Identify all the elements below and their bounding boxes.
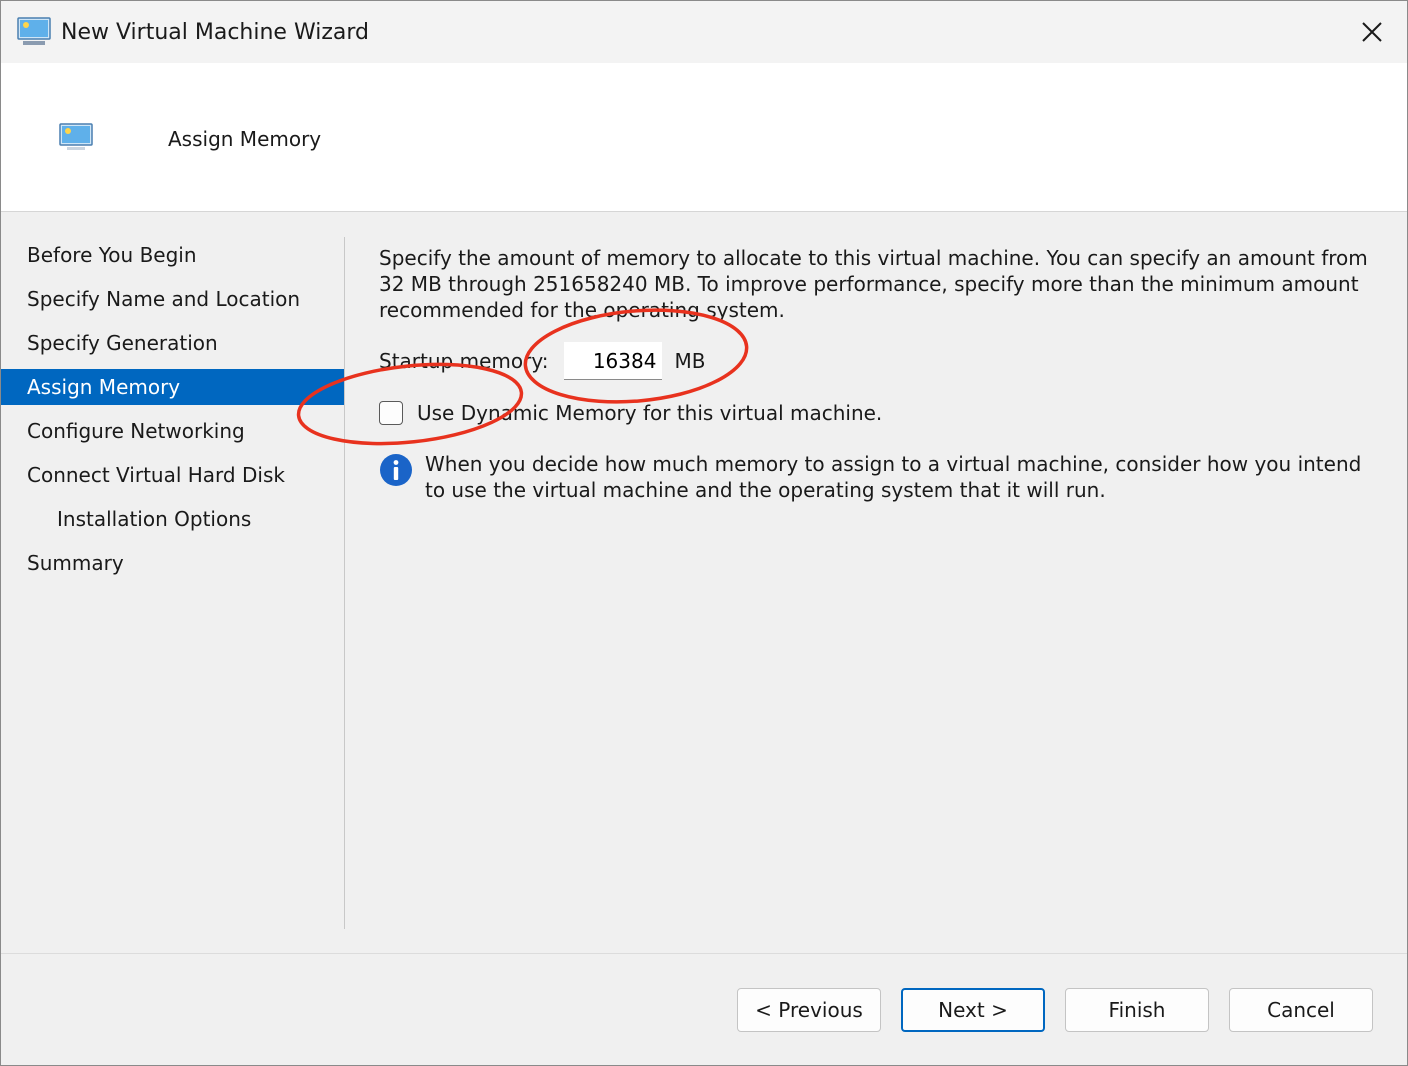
startup-memory-label: Startup memory: (379, 349, 549, 373)
page-title: Assign Memory (168, 127, 322, 151)
dynamic-memory-label[interactable]: Use Dynamic Memory for this virtual mach… (417, 401, 882, 425)
monitor-icon (59, 123, 93, 150)
info-note: When you decide how much memory to assig… (379, 451, 1369, 503)
info-text: When you decide how much memory to assig… (425, 452, 1362, 502)
previous-button[interactable]: < Previous (737, 988, 881, 1032)
next-button[interactable]: Next > (901, 988, 1045, 1032)
nav-item-before-you-begin[interactable]: Before You Begin (1, 237, 344, 273)
nav-item-specify-name-and-location[interactable]: Specify Name and Location (1, 281, 344, 317)
wizard-header: Assign Memory (1, 63, 1407, 212)
finish-button[interactable]: Finish (1065, 988, 1209, 1032)
nav-item-configure-networking[interactable]: Configure Networking (1, 413, 344, 449)
cancel-button[interactable]: Cancel (1229, 988, 1373, 1032)
title-bar: New Virtual Machine Wizard (1, 1, 1407, 63)
startup-memory-row: Startup memory: MB (379, 341, 705, 381)
close-button[interactable] (1337, 1, 1407, 63)
startup-memory-input[interactable] (564, 342, 663, 380)
nav-item-connect-virtual-hard-disk[interactable]: Connect Virtual Hard Disk (1, 457, 344, 493)
info-icon (380, 454, 412, 486)
monitor-icon (17, 17, 51, 45)
wizard-step-list: Before You Begin Specify Name and Locati… (1, 237, 344, 589)
dynamic-memory-checkbox[interactable] (379, 401, 403, 425)
nav-item-specify-generation[interactable]: Specify Generation (1, 325, 344, 361)
wizard-window: New Virtual Machine Wizard Assign Memory… (0, 0, 1408, 1066)
nav-item-assign-memory[interactable]: Assign Memory (1, 369, 344, 405)
button-bar: < Previous Next > Finish Cancel (1, 953, 1407, 1065)
nav-item-installation-options[interactable]: Installation Options (1, 501, 344, 537)
close-icon (1362, 22, 1382, 42)
dynamic-memory-row: Use Dynamic Memory for this virtual mach… (379, 397, 882, 429)
window-title: New Virtual Machine Wizard (61, 20, 369, 45)
nav-divider (344, 237, 345, 929)
memory-description: Specify the amount of memory to allocate… (379, 246, 1368, 322)
content-pane: Specify the amount of memory to allocate… (379, 245, 1369, 502)
nav-item-summary[interactable]: Summary (1, 545, 344, 581)
memory-unit-label: MB (674, 349, 706, 373)
